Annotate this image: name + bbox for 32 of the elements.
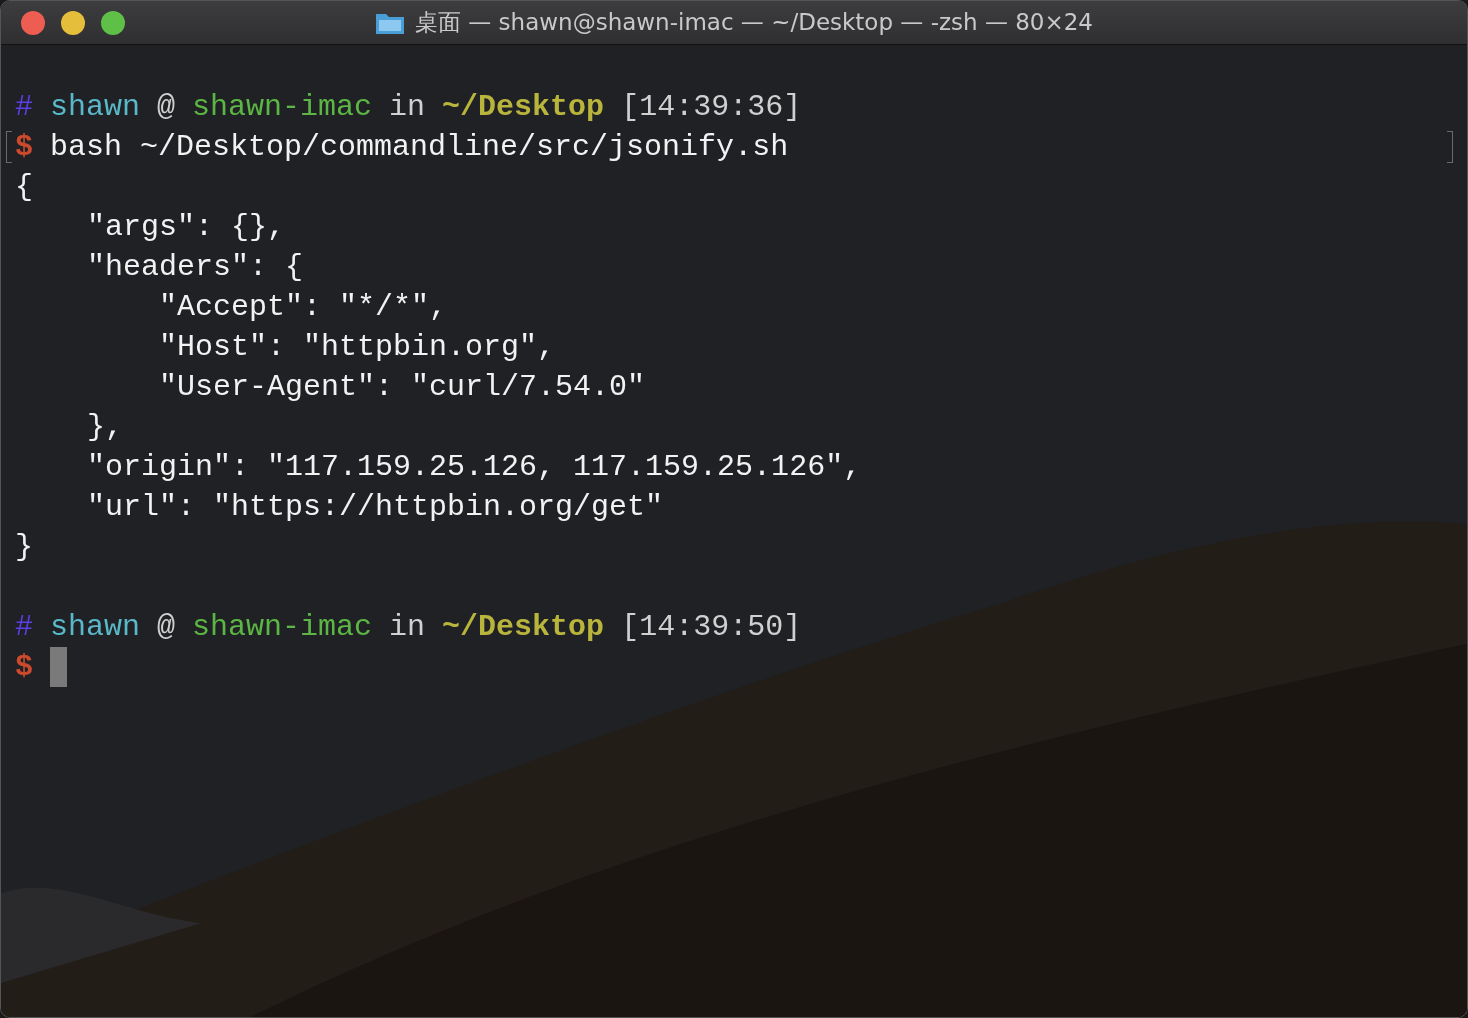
prompt-directory: ~/Desktop — [442, 90, 605, 124]
output-text: "User-Agent": "curl/7.54.0" — [158, 370, 646, 404]
prompt-text: in — [389, 610, 426, 644]
command-text: bash ~/Desktop/commandline/src/jsonify.sh — [50, 130, 789, 164]
close-button[interactable] — [21, 11, 45, 35]
prompt-user: shawn — [50, 90, 141, 124]
prompt-symbol: $ — [15, 130, 33, 164]
prompt-user: shawn — [50, 610, 141, 644]
output-text: "Host": "httpbin.org", — [158, 330, 556, 364]
prompt-text: [14:39:50] — [621, 610, 802, 644]
prompt-directory: ~/Desktop — [442, 610, 605, 644]
prompt-hash: # — [15, 90, 33, 124]
window-title: 桌面 — shawn@shawn-imac — ~/Desktop — -zsh — 80×24 — [415, 8, 1093, 37]
output-text: "Accept": "*/*", — [158, 290, 448, 324]
minimize-button[interactable] — [61, 11, 85, 35]
output-text: "args": {}, — [86, 210, 286, 244]
prompt-host: shawn-imac — [192, 610, 373, 644]
prompt-symbol: $ — [15, 650, 33, 684]
output-text: { — [15, 170, 33, 204]
prompt-text: @ — [157, 90, 176, 124]
output-text: "origin": "117.159.25.126, 117.159.25.126", — [86, 450, 862, 484]
output-text: } — [15, 530, 33, 564]
prompt-hash: # — [15, 610, 33, 644]
output-text: "headers": { — [86, 250, 304, 284]
output-text: "url": "https://httpbin.org/get" — [86, 490, 664, 524]
prompt-host: shawn-imac — [192, 90, 373, 124]
prompt-text: [14:39:36] — [621, 90, 802, 124]
prompt-text: in — [389, 90, 426, 124]
prompt-text: @ — [157, 610, 176, 644]
line-mark — [1447, 131, 1453, 163]
output-text: }, — [86, 410, 124, 444]
zoom-button[interactable] — [101, 11, 125, 35]
